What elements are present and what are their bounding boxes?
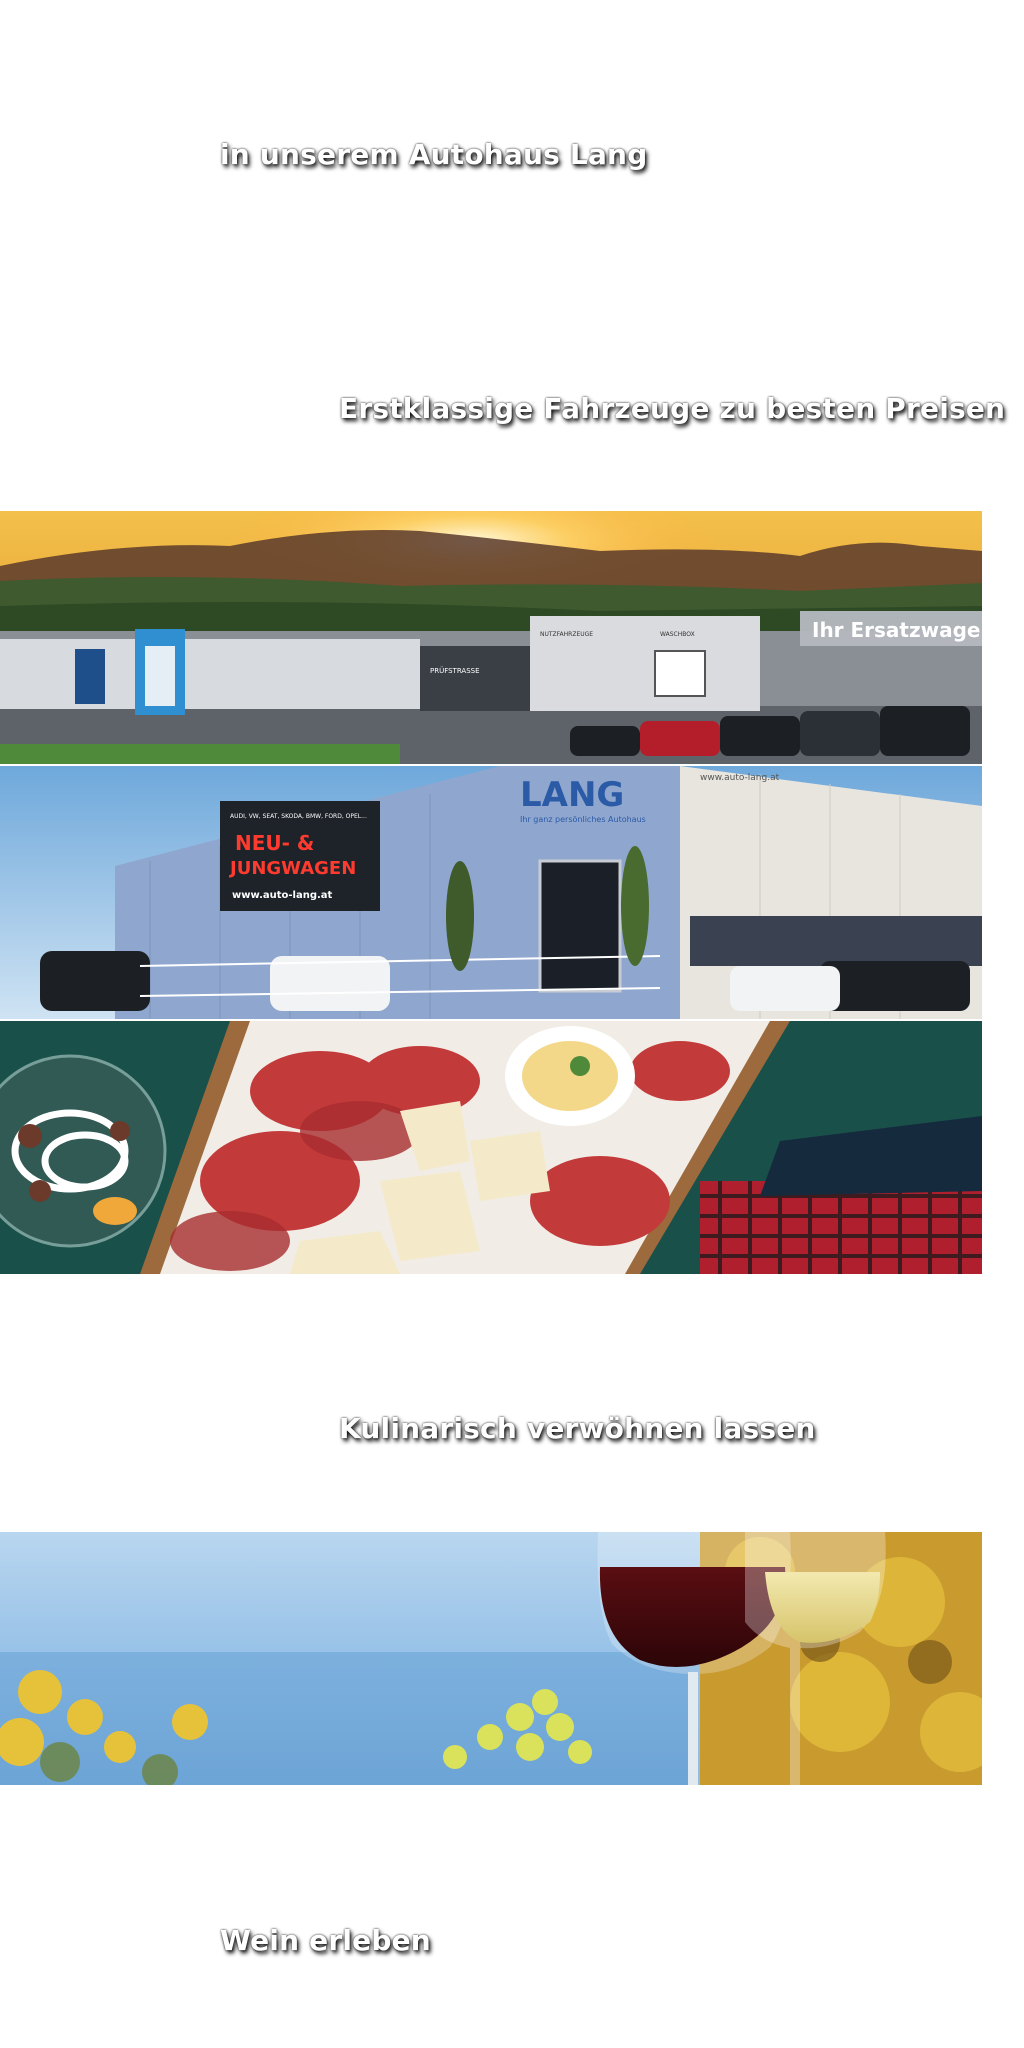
dealership-photo: Ihr Ersatzwage PRÜFSTRASSE NUTZFAHRZEUGE… <box>0 511 982 764</box>
banner-headline-2: JUNGWAGEN <box>228 858 356 879</box>
brand-logo: LANG <box>520 775 624 815</box>
heading-wein: Wein erleben <box>220 1924 431 1957</box>
heading-autohaus: in unserem Autohaus Lang <box>220 138 648 171</box>
heading-kulinarisch: Kulinarisch verwöhnen lassen <box>339 1412 816 1445</box>
banner-brands: AUDI, VW, SEAT, SKODA, BMW, FORD, OPEL..… <box>230 813 367 820</box>
building-photo: AUDI, VW, SEAT, SKODA, BMW, FORD, OPEL..… <box>0 766 982 1019</box>
sign-ersatzwagen: Ihr Ersatzwage <box>812 618 981 642</box>
top-url: www.auto-lang.at <box>700 773 780 783</box>
banner-headline-1: NEU- & <box>235 831 314 855</box>
banner-url: www.auto-lang.at <box>232 890 333 901</box>
label-nutzfahrzeuge: NUTZFAHRZEUGE <box>540 631 593 638</box>
brand-tagline: Ihr ganz persönliches Autohaus <box>520 815 646 824</box>
heading-fahrzeuge: Erstklassige Fahrzeuge zu besten Preisen <box>339 392 1006 425</box>
label-waschbox: WASCHBOX <box>660 631 695 638</box>
label-pruefstrasse: PRÜFSTRASSE <box>430 666 480 675</box>
platter-photo <box>0 1021 982 1274</box>
wine-photo <box>0 1532 982 1785</box>
